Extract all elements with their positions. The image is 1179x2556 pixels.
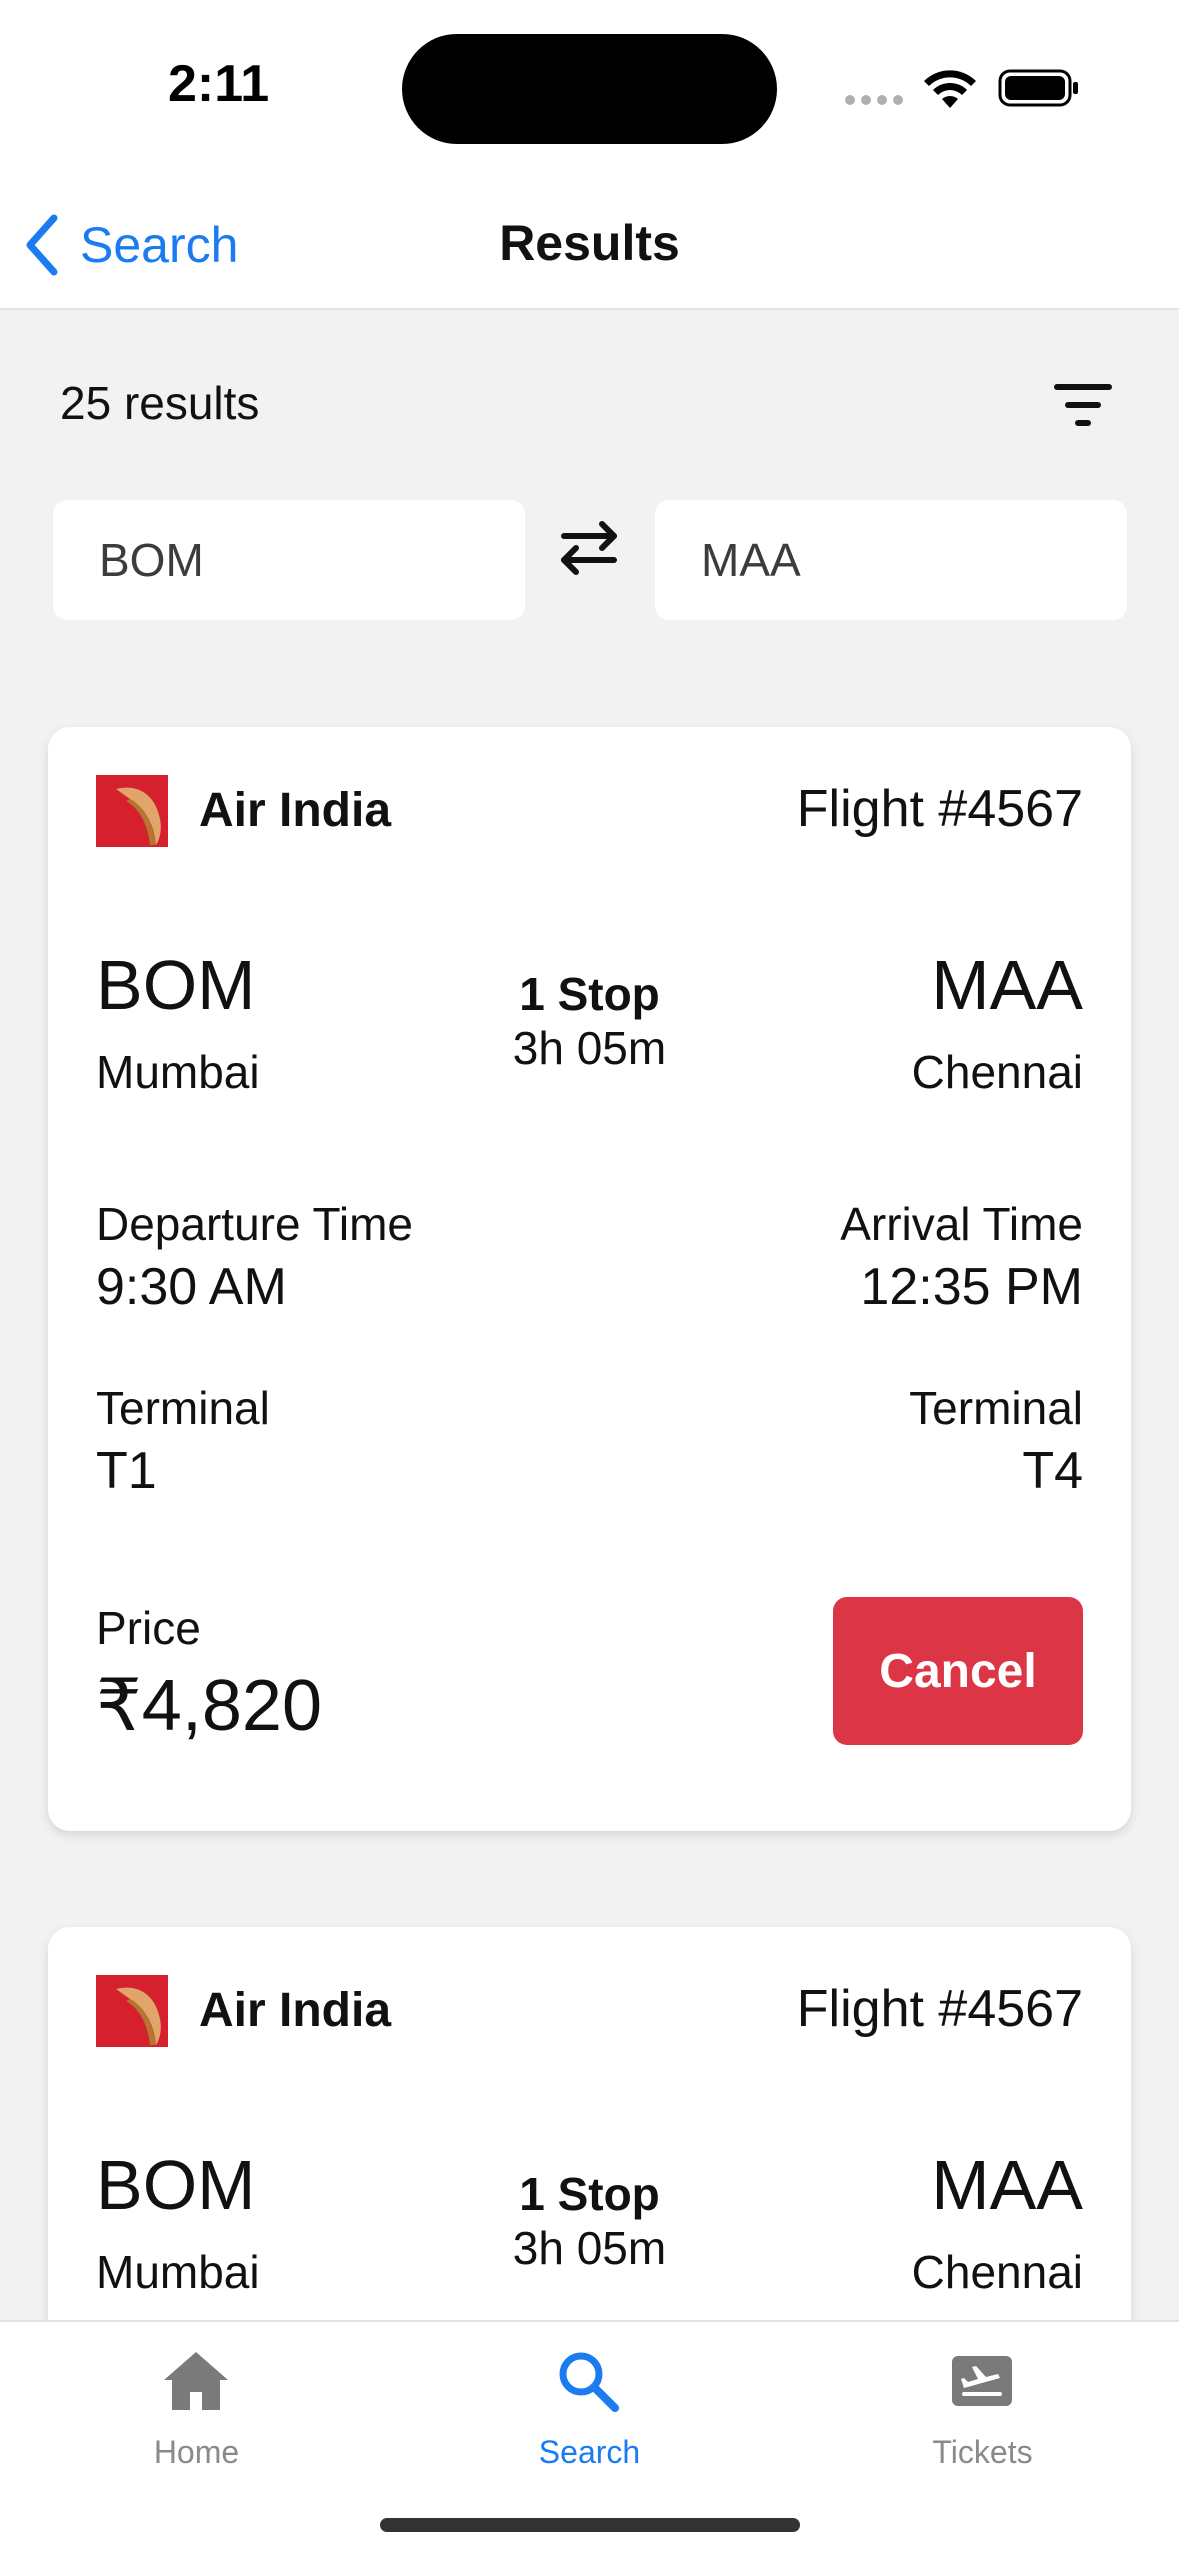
destination-terminal-label: Terminal bbox=[909, 1382, 1083, 1434]
wifi-icon bbox=[924, 70, 976, 108]
tab-search[interactable]: Search bbox=[393, 2322, 786, 2472]
origin-input[interactable] bbox=[53, 500, 525, 620]
cancel-button[interactable]: Cancel bbox=[833, 1597, 1083, 1745]
results-count: 25 results bbox=[60, 377, 260, 429]
price-value: ₹4,820 bbox=[96, 1666, 322, 1746]
destination-code: MAA bbox=[931, 946, 1083, 1024]
arrival-time-label: Arrival Time bbox=[840, 1198, 1083, 1250]
destination-terminal: T4 bbox=[1022, 1442, 1083, 1500]
air-india-logo-icon bbox=[96, 1975, 168, 2047]
airline-name: Air India bbox=[199, 1984, 392, 2037]
destination-code: MAA bbox=[931, 2146, 1083, 2224]
destination-input[interactable] bbox=[655, 500, 1127, 620]
home-icon bbox=[164, 2352, 228, 2410]
search-icon bbox=[559, 2352, 619, 2412]
tab-tickets[interactable]: Tickets bbox=[786, 2322, 1179, 2472]
destination-city: Chennai bbox=[911, 1046, 1083, 1098]
filter-icon[interactable] bbox=[1050, 380, 1116, 430]
tab-home-label: Home bbox=[153, 2434, 240, 2470]
flight-number: Flight #4567 bbox=[796, 1980, 1083, 2038]
destination-city: Chennai bbox=[911, 2246, 1083, 2298]
dynamic-island bbox=[402, 34, 777, 144]
flight-card[interactable]: Air India Flight #4567 BOM Mumbai 1 Stop… bbox=[48, 727, 1131, 1831]
departure-time-label: Departure Time bbox=[96, 1198, 414, 1250]
navigation-bar: Search Results bbox=[0, 180, 1179, 310]
tab-home[interactable]: Home bbox=[0, 2322, 393, 2472]
origin-terminal-label: Terminal bbox=[96, 1382, 270, 1434]
home-indicator[interactable] bbox=[380, 2518, 800, 2532]
arrival-time: 12:35 PM bbox=[860, 1258, 1083, 1316]
status-bar: 2:11 bbox=[0, 0, 1179, 180]
flight-number: Flight #4567 bbox=[796, 780, 1083, 838]
battery-icon bbox=[998, 69, 1078, 107]
swap-icon[interactable] bbox=[556, 520, 622, 576]
tab-tickets-label: Tickets bbox=[932, 2434, 1033, 2470]
price-label: Price bbox=[96, 1602, 201, 1654]
airline-name: Air India bbox=[199, 784, 392, 837]
ticket-icon bbox=[952, 2356, 1012, 2406]
tab-search-label: Search bbox=[538, 2434, 641, 2470]
departure-time: 9:30 AM bbox=[96, 1258, 287, 1316]
cellular-signal-icon bbox=[845, 92, 909, 110]
status-time: 2:11 bbox=[168, 55, 270, 113]
origin-terminal: T1 bbox=[96, 1442, 157, 1500]
page-title: Results bbox=[499, 215, 680, 271]
air-india-logo-icon bbox=[96, 775, 168, 847]
